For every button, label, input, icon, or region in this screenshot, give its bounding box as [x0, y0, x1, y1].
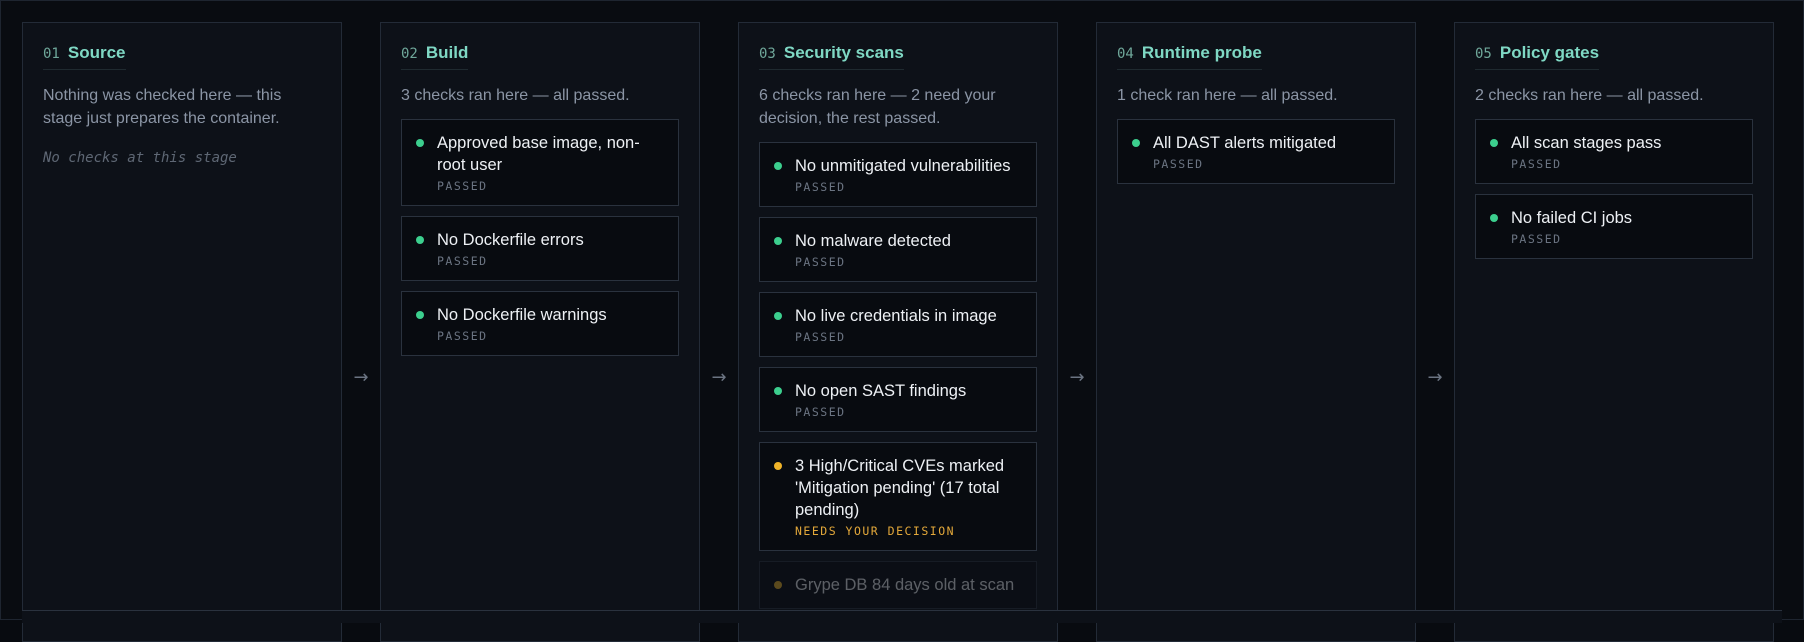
status-dot-icon: [774, 237, 782, 245]
stage-number: 04: [1117, 46, 1134, 62]
check-status: PASSED: [437, 254, 488, 268]
bottom-panel: [22, 610, 1782, 623]
stage-security-scans: 03 Security scans 6 checks ran here — 2 …: [738, 22, 1058, 642]
stage-summary: 6 checks ran here — 2 need your decision…: [759, 87, 996, 127]
check-title: 3 High/Critical CVEs marked 'Mitigation …: [795, 457, 1005, 519]
status-dot-icon: [416, 139, 424, 147]
check-card[interactable]: All DAST alerts mitigated PASSED: [1117, 119, 1395, 184]
status-dot-icon: [774, 162, 782, 170]
stage-summary: 3 checks ran here — all passed.: [401, 87, 630, 104]
stage-header: 04 Runtime probe: [1117, 43, 1262, 70]
stage-title: Runtime probe: [1141, 43, 1262, 62]
arrow-icon: →: [1427, 367, 1443, 388]
stage-title: Build: [425, 43, 469, 62]
status-dot-icon: [1490, 139, 1498, 147]
warning-dot-icon: [774, 462, 782, 470]
stage-number: 02: [401, 46, 418, 62]
status-dot-icon: [416, 236, 424, 244]
stage-number: 01: [43, 46, 60, 62]
check-card[interactable]: No Dockerfile errors PASSED: [401, 216, 679, 281]
stage-policy-gates: 05 Policy gates 2 checks ran here — all …: [1454, 22, 1774, 642]
check-card[interactable]: No unmitigated vulnerabilities PASSED: [759, 142, 1037, 207]
stage-header: 01 Source: [43, 43, 126, 70]
arrow-icon: →: [711, 367, 727, 388]
check-card[interactable]: All scan stages pass PASSED: [1475, 119, 1753, 184]
stage-header: 02 Build: [401, 43, 469, 70]
check-card[interactable]: No live credentials in image PASSED: [759, 292, 1037, 357]
stage-title: Security scans: [783, 43, 904, 62]
check-status: PASSED: [795, 255, 846, 269]
status-dot-icon: [416, 311, 424, 319]
status-dot-icon: [1132, 139, 1140, 147]
stage-header: 05 Policy gates: [1475, 43, 1600, 70]
arrow-icon: →: [1069, 367, 1085, 388]
check-title: All scan stages pass: [1511, 134, 1662, 152]
check-title: No failed CI jobs: [1511, 209, 1633, 227]
check-status: PASSED: [795, 330, 846, 344]
stage-summary: 1 check ran here — all passed.: [1117, 87, 1338, 104]
stage-number: 05: [1475, 46, 1492, 62]
check-title: Approved base image, non-root user: [437, 134, 640, 174]
check-card[interactable]: Approved base image, non-root user PASSE…: [401, 119, 679, 206]
check-title: No malware detected: [795, 232, 951, 250]
check-status: PASSED: [795, 180, 846, 194]
stage-title: Source: [67, 43, 126, 62]
status-dot-icon: [774, 387, 782, 395]
check-title: No Dockerfile warnings: [437, 306, 607, 324]
check-status: PASSED: [437, 179, 488, 193]
status-dot-icon: [1490, 214, 1498, 222]
check-title: No unmitigated vulnerabilities: [795, 157, 1011, 175]
check-title: No live credentials in image: [795, 307, 997, 325]
status-dot-icon: [774, 312, 782, 320]
stage-build: 02 Build 3 checks ran here — all passed.…: [380, 22, 700, 642]
check-status: PASSED: [1511, 157, 1562, 171]
stage-summary: 2 checks ran here — all passed.: [1475, 87, 1704, 104]
check-card-pending[interactable]: Grype DB 84 days old at scan: [759, 561, 1037, 609]
pipeline: 01 Source Nothing was checked here — thi…: [22, 22, 1782, 642]
check-card-pending[interactable]: 3 High/Critical CVEs marked 'Mitigation …: [759, 442, 1037, 551]
check-status: PASSED: [437, 329, 488, 343]
check-title: No Dockerfile errors: [437, 231, 584, 249]
stage-runtime-probe: 04 Runtime probe 1 check ran here — all …: [1096, 22, 1416, 642]
check-card[interactable]: No open SAST findings PASSED: [759, 367, 1037, 432]
empty-state: No checks at this stage: [43, 150, 237, 166]
warning-dot-icon: [774, 581, 782, 589]
check-status: PASSED: [1153, 157, 1204, 171]
stage-header: 03 Security scans: [759, 43, 904, 70]
check-card[interactable]: No failed CI jobs PASSED: [1475, 194, 1753, 259]
check-status: PASSED: [1511, 232, 1562, 246]
check-title: No open SAST findings: [795, 382, 967, 400]
stage-source: 01 Source Nothing was checked here — thi…: [22, 22, 342, 642]
check-status: PASSED: [795, 405, 846, 419]
check-status: NEEDS YOUR DECISION: [795, 524, 956, 538]
check-card[interactable]: No malware detected PASSED: [759, 217, 1037, 282]
stage-number: 03: [759, 46, 776, 62]
stage-summary: Nothing was checked here — this stage ju…: [43, 87, 282, 127]
check-title: All DAST alerts mitigated: [1153, 134, 1337, 152]
stage-title: Policy gates: [1499, 43, 1600, 62]
check-card[interactable]: No Dockerfile warnings PASSED: [401, 291, 679, 356]
check-title: Grype DB 84 days old at scan: [795, 576, 1015, 594]
arrow-icon: →: [353, 367, 369, 388]
